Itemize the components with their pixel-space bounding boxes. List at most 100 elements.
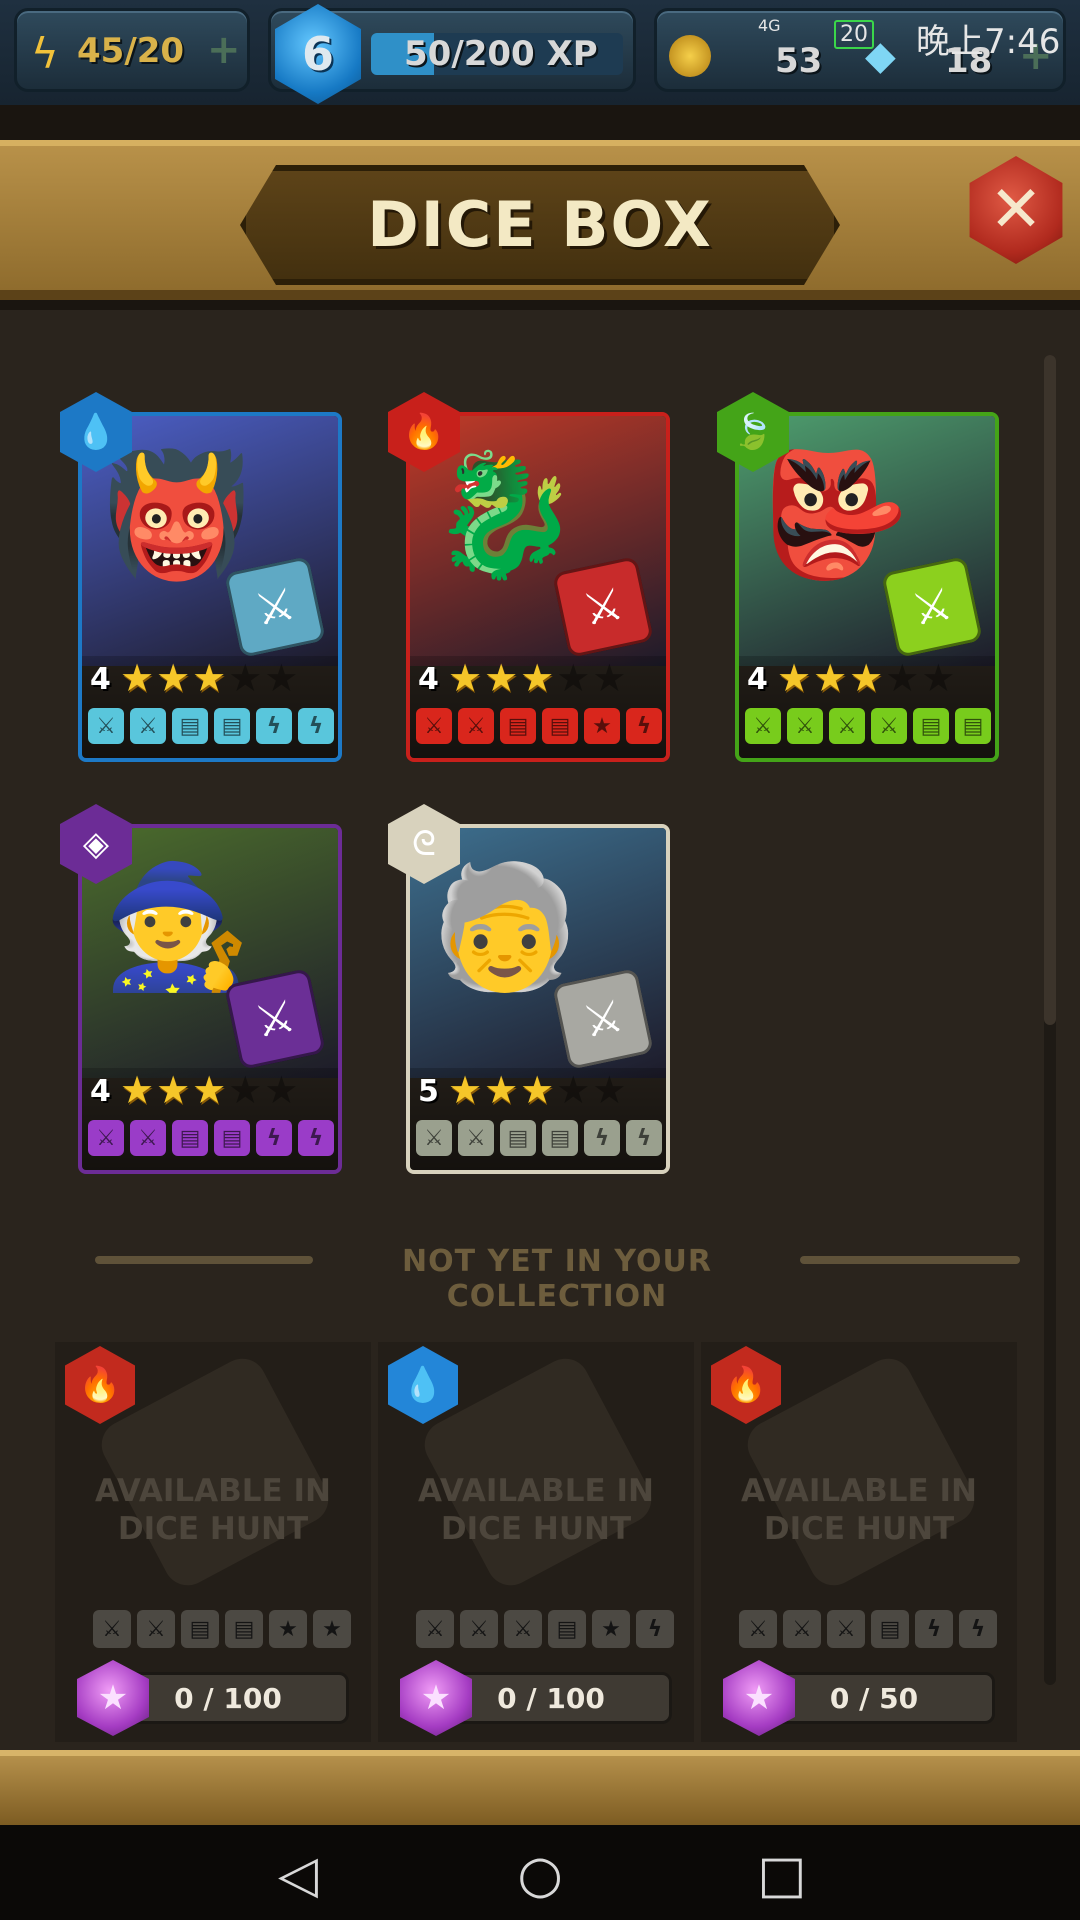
star-icon: ★ (921, 656, 956, 700)
star-icon: ★ (192, 1068, 227, 1112)
face-icon: ▤ (913, 708, 949, 744)
creature-portrait: 👹 (102, 446, 252, 585)
face-icon: ϟ (584, 1120, 620, 1156)
face-icon: ϟ (256, 1120, 292, 1156)
dice-icon: ⚔ (551, 967, 655, 1071)
dice-card-water[interactable]: 👹 ⚔ 4 ★ ★ ★ ★ ★ ⚔ ⚔ ▤ ▤ ϟ ϟ (78, 412, 342, 762)
battery-indicator: 20 (834, 20, 874, 49)
dice-faces: ⚔ ⚔ ⚔ ▤ ★ ϟ (416, 1610, 674, 1648)
star-icon: ★ (885, 656, 920, 700)
dice-card-nature[interactable]: 👺 ⚔ 4 ★ ★ ★ ★ ★ ⚔ ⚔ ⚔ ⚔ ▤ ▤ (735, 412, 999, 762)
home-button[interactable]: ○ (510, 1845, 570, 1905)
face-icon: ⚔ (416, 1120, 452, 1156)
network-indicator: 4G (758, 16, 781, 35)
availability-label: AVAILABLE IN DICE HUNT (418, 1473, 654, 1547)
face-icon: ★ (584, 708, 620, 744)
dice-faces: ⚔ ⚔ ▤ ▤ ϟ ϟ (88, 1120, 334, 1156)
dice-faces: ⚔ ⚔ ⚔ ⚔ ▤ ▤ (745, 708, 991, 744)
system-nav-bar: ◁ ○ □ (0, 1825, 1080, 1920)
clock-text: 晚上7:46 (916, 22, 1061, 62)
fire-element-badge: 🔥 (711, 1346, 781, 1424)
dice-icon: ⚔ (223, 967, 327, 1071)
star-icon: ★ (592, 656, 627, 700)
star-icon: ★ (777, 656, 812, 700)
star-icon: ★ (813, 656, 848, 700)
face-icon: ⚔ (88, 1120, 124, 1156)
creature-portrait: 🧓 (430, 858, 580, 997)
face-icon: ϟ (298, 1120, 334, 1156)
back-button[interactable]: ◁ (268, 1845, 328, 1905)
star-icon: ★ (484, 1068, 519, 1112)
dice-faces: ⚔ ⚔ ⚔ ▤ ϟ ϟ (739, 1610, 997, 1648)
face-icon: ⚔ (416, 1610, 454, 1648)
face-icon: ⚔ (871, 708, 907, 744)
locked-dice-card[interactable]: 💧 AVAILABLE IN DICE HUNT ⚔ ⚔ ⚔ ▤ ★ ϟ 0 / 100 ★ (378, 1342, 694, 1742)
top-hud: 45/20 ϟ + 6 50/200 XP 53 ◆ 18 + 晚上7:46 2… (0, 0, 1080, 105)
close-icon: ✕ (989, 173, 1043, 247)
availability-label: AVAILABLE IN DICE HUNT (741, 1473, 977, 1547)
face-icon: ⚔ (739, 1610, 777, 1648)
face-icon: ϟ (256, 708, 292, 744)
dice-level: 5 (418, 1074, 439, 1109)
face-icon: ⚔ (745, 708, 781, 744)
dice-faces: ⚔ ⚔ ▤ ▤ ϟ ϟ (88, 708, 334, 744)
energy-counter[interactable]: 45/20 ϟ + (14, 8, 250, 92)
star-icon: ★ (156, 656, 191, 700)
dice-card-dark[interactable]: 🧙 ⚔ 4 ★ ★ ★ ★ ★ ⚔ ⚔ ▤ ▤ ϟ ϟ (78, 824, 342, 1174)
face-icon: ⚔ (458, 708, 494, 744)
creature-portrait: 🐉 (430, 446, 580, 585)
face-icon: ⚔ (130, 708, 166, 744)
face-icon: ⚔ (416, 708, 452, 744)
locked-dice-card[interactable]: 🔥 AVAILABLE IN DICE HUNT ⚔ ⚔ ⚔ ▤ ϟ ϟ 0 / 50 ★ (701, 1342, 1017, 1742)
face-icon: ⚔ (829, 708, 865, 744)
face-icon: ▤ (500, 708, 536, 744)
face-icon: ⚔ (787, 708, 823, 744)
star-icon: ★ (448, 656, 483, 700)
page-title: DICE BOX (367, 188, 713, 261)
scrollbar-thumb[interactable] (1044, 355, 1056, 1025)
face-icon: ★ (313, 1610, 351, 1648)
lightning-icon: ϟ (31, 29, 59, 78)
star-icon: ★ (264, 1068, 299, 1112)
face-icon: ⚔ (88, 708, 124, 744)
creature-portrait: 👺 (759, 446, 909, 585)
star-icon: ★ (556, 656, 591, 700)
locked-dice-card[interactable]: 🔥 AVAILABLE IN DICE HUNT ⚔ ⚔ ▤ ▤ ★ ★ 0 / 100 ★ (55, 1342, 371, 1742)
face-icon: ⚔ (783, 1610, 821, 1648)
bottom-frame (0, 1750, 1080, 1825)
divider-line (95, 1256, 313, 1264)
dice-faces: ⚔ ⚔ ▤ ▤ ★ ★ (93, 1610, 351, 1648)
star-rating: ★ ★ ★ ★ ★ (120, 658, 298, 698)
dice-card-fire[interactable]: 🐉 ⚔ 4 ★ ★ ★ ★ ★ ⚔ ⚔ ▤ ▤ ★ ϟ (406, 412, 670, 762)
face-icon: ϟ (298, 708, 334, 744)
face-icon: ▤ (225, 1610, 263, 1648)
star-icon: ★ (156, 1068, 191, 1112)
face-icon: ★ (269, 1610, 307, 1648)
dice-card-air[interactable]: 🧓 ⚔ 5 ★ ★ ★ ★ ★ ⚔ ⚔ ▤ ▤ ϟ ϟ (406, 824, 670, 1174)
face-icon: ▤ (181, 1610, 219, 1648)
face-icon: ⚔ (827, 1610, 865, 1648)
face-icon: ⚔ (458, 1120, 494, 1156)
face-icon: ⚔ (504, 1610, 542, 1648)
star-icon: ★ (228, 1068, 263, 1112)
face-icon: ⚔ (93, 1610, 131, 1648)
face-icon: ▤ (548, 1610, 586, 1648)
dice-icon: ⚔ (551, 555, 655, 659)
face-icon: ▤ (955, 708, 991, 744)
star-icon: ★ (448, 1068, 483, 1112)
dice-level: 4 (90, 1074, 111, 1109)
coin-value: 53 (775, 41, 823, 81)
collection-divider-label: NOT YET IN YOUR COLLECTION (402, 1244, 712, 1314)
add-energy-icon[interactable]: + (207, 27, 241, 73)
star-icon: ★ (120, 1068, 155, 1112)
star-icon: ★ (592, 1068, 627, 1112)
star-icon: ★ (484, 656, 519, 700)
star-rating: ★ ★ ★ ★ ★ (777, 658, 955, 698)
divider-line (800, 1256, 1020, 1264)
energy-value: 45/20 (77, 31, 185, 71)
face-icon: ⚔ (130, 1120, 166, 1156)
star-icon: ★ (228, 656, 263, 700)
star-rating: ★ ★ ★ ★ ★ (120, 1070, 298, 1110)
face-icon: ★ (592, 1610, 630, 1648)
recent-apps-button[interactable]: □ (752, 1845, 812, 1905)
